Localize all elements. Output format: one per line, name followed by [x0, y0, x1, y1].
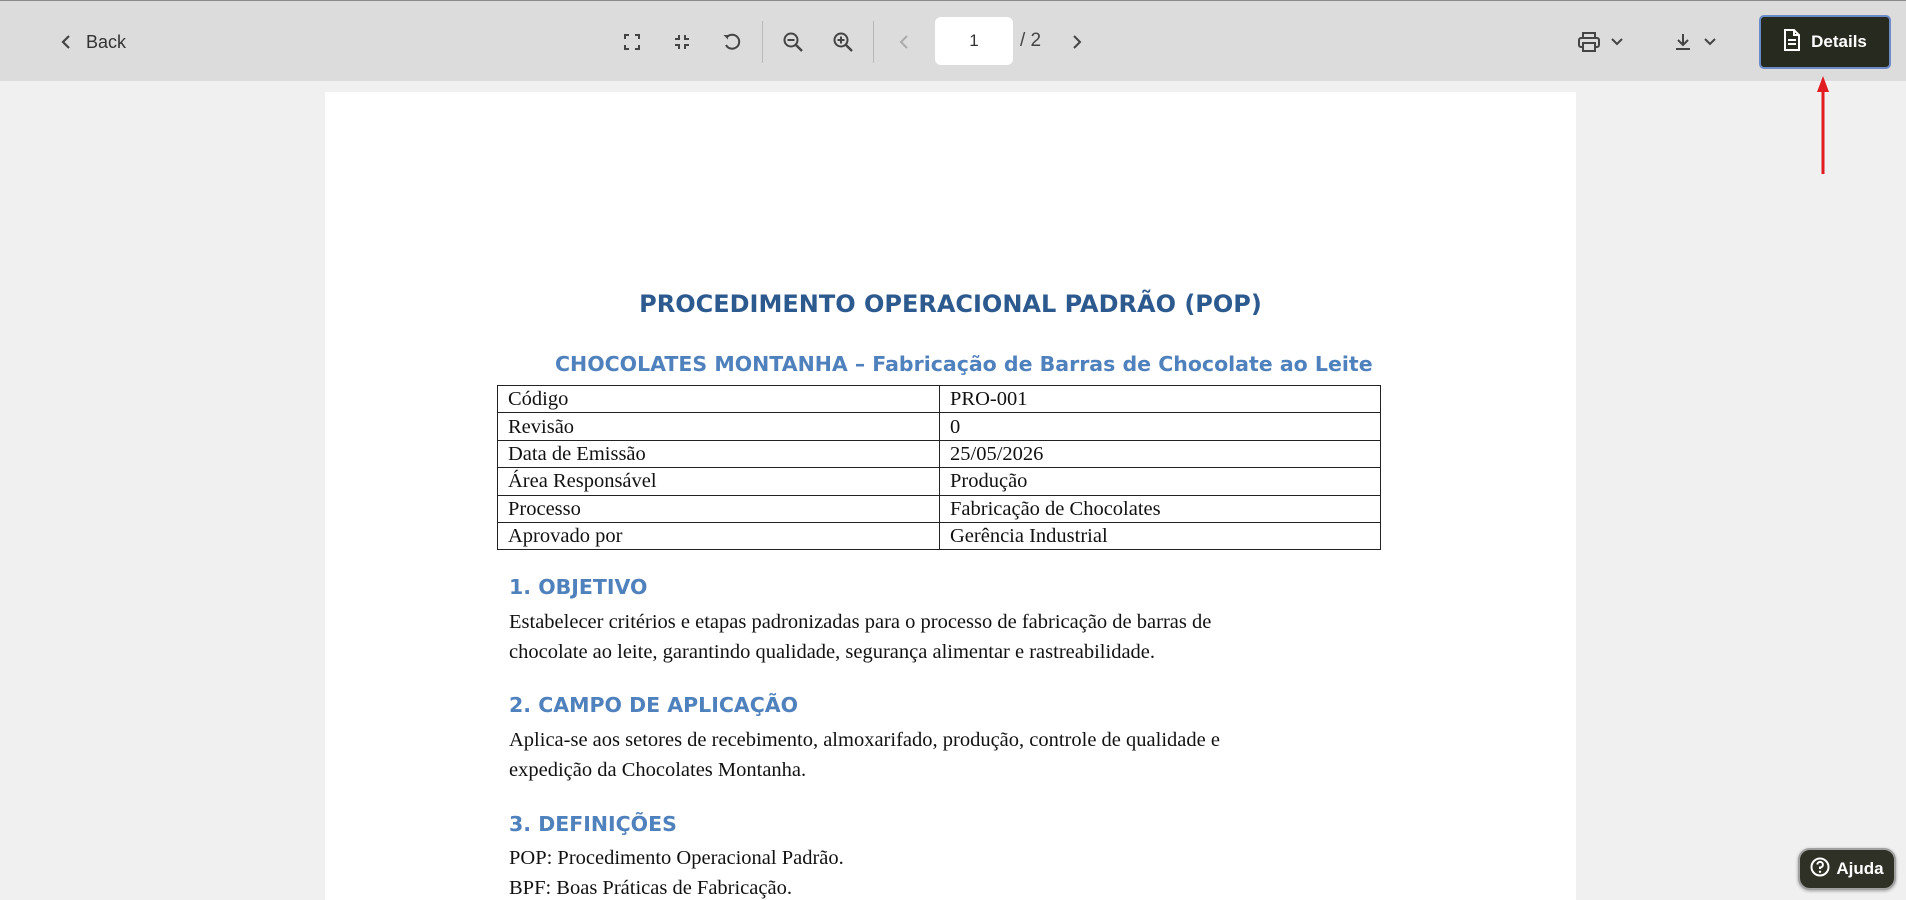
download-icon [1673, 32, 1693, 52]
section-text-definicoes: POP: Procedimento Operacional Padrão. BP… [509, 843, 1389, 900]
text-line: Aplica-se aos setores de recebimento, al… [509, 729, 1220, 751]
chevron-down-icon [1703, 37, 1717, 47]
table-cell-key: Data de Emissão [497, 439, 940, 469]
fit-page-button[interactable] [662, 25, 702, 59]
table-cell-value: Produção [939, 467, 1381, 496]
fullscreen-button[interactable] [612, 25, 652, 59]
help-icon [1810, 857, 1830, 882]
table-cell-value: Fabricação de Chocolates [939, 494, 1381, 523]
table-cell-key: Área Responsável [497, 467, 940, 496]
text-line: Estabelecer critérios e etapas padroniza… [509, 611, 1212, 633]
rotate-button[interactable] [712, 25, 752, 59]
section-text-campo: Aplica-se aos setores de recebimento, al… [509, 725, 1389, 785]
prev-page-button[interactable] [885, 25, 923, 59]
zoom-in-button[interactable] [822, 23, 864, 61]
text-line: BPF: Boas Práticas de Fabricação. [509, 877, 792, 899]
annotation-arrow [1817, 76, 1829, 174]
table-cell-value: PRO-001 [939, 384, 1381, 414]
fullscreen-icon [623, 33, 641, 51]
viewer-toolbar: Back / 2 [0, 0, 1906, 81]
details-label: Details [1811, 32, 1867, 51]
page-number-input[interactable] [935, 17, 1013, 65]
table-row: Revisão 0 [497, 412, 1381, 441]
rotate-icon [722, 32, 742, 52]
table-cell-value: Gerência Industrial [939, 521, 1381, 551]
section-heading-campo: 2. CAMPO DE APLICAÇÃO [509, 693, 799, 717]
section-heading-definicoes: 3. DEFINIÇÕES [509, 812, 677, 836]
download-button[interactable] [1662, 23, 1728, 61]
section-text-objetivo: Estabelecer critérios e etapas padroniza… [509, 607, 1389, 667]
table-cell-key: Aprovado por [497, 521, 940, 551]
toolbar-divider [762, 21, 763, 63]
document-page: PROCEDIMENTO OPERACIONAL PADRÃO (POP) CH… [325, 92, 1576, 900]
table-cell-key: Código [497, 384, 940, 414]
metadata-table: Código PRO-001 Revisão 0 Data de Emissão… [497, 384, 1381, 551]
document-title: PROCEDIMENTO OPERACIONAL PADRÃO (POP) [639, 290, 1262, 318]
help-label: Ajuda [1836, 859, 1884, 878]
chevron-down-icon [1610, 37, 1624, 47]
table-cell-value: 25/05/2026 [939, 439, 1381, 469]
table-cell-value: 0 [939, 412, 1381, 441]
text-line: POP: Procedimento Operacional Padrão. [509, 847, 844, 869]
table-row: Processo Fabricação de Chocolates [497, 494, 1381, 523]
zoom-out-icon [782, 31, 804, 53]
zoom-out-button[interactable] [772, 23, 814, 61]
back-label: Back [86, 31, 127, 52]
print-icon [1578, 32, 1600, 52]
document-subtitle: CHOCOLATES MONTANHA – Fabricação de Barr… [555, 352, 1373, 376]
print-button[interactable] [1568, 23, 1634, 61]
text-line: chocolate ao leite, garantindo qualidade… [509, 641, 1156, 663]
table-row: Aprovado por Gerência Industrial [497, 521, 1381, 551]
toolbar-divider [873, 21, 874, 63]
section-heading-objetivo: 1. OBJETIVO [509, 575, 648, 599]
text-line: expedição da Chocolates Montanha. [509, 759, 807, 781]
next-page-icon [1071, 34, 1083, 50]
table-row: Área Responsável Produção [497, 467, 1381, 496]
fit-page-icon [673, 33, 691, 51]
table-cell-key: Revisão [497, 412, 940, 441]
next-page-button[interactable] [1058, 25, 1096, 59]
zoom-in-icon [832, 31, 854, 53]
table-cell-key: Processo [497, 494, 940, 523]
chevron-left-icon [60, 34, 72, 50]
page-total: / 2 [1020, 30, 1042, 51]
back-button[interactable]: Back [52, 23, 134, 61]
table-row: Código PRO-001 [497, 384, 1381, 414]
details-button[interactable]: Details [1759, 15, 1891, 69]
help-button[interactable]: Ajuda [1798, 848, 1896, 890]
prev-page-icon [898, 34, 910, 50]
table-row: Data de Emissão 25/05/2026 [497, 439, 1381, 469]
document-icon [1783, 28, 1801, 56]
